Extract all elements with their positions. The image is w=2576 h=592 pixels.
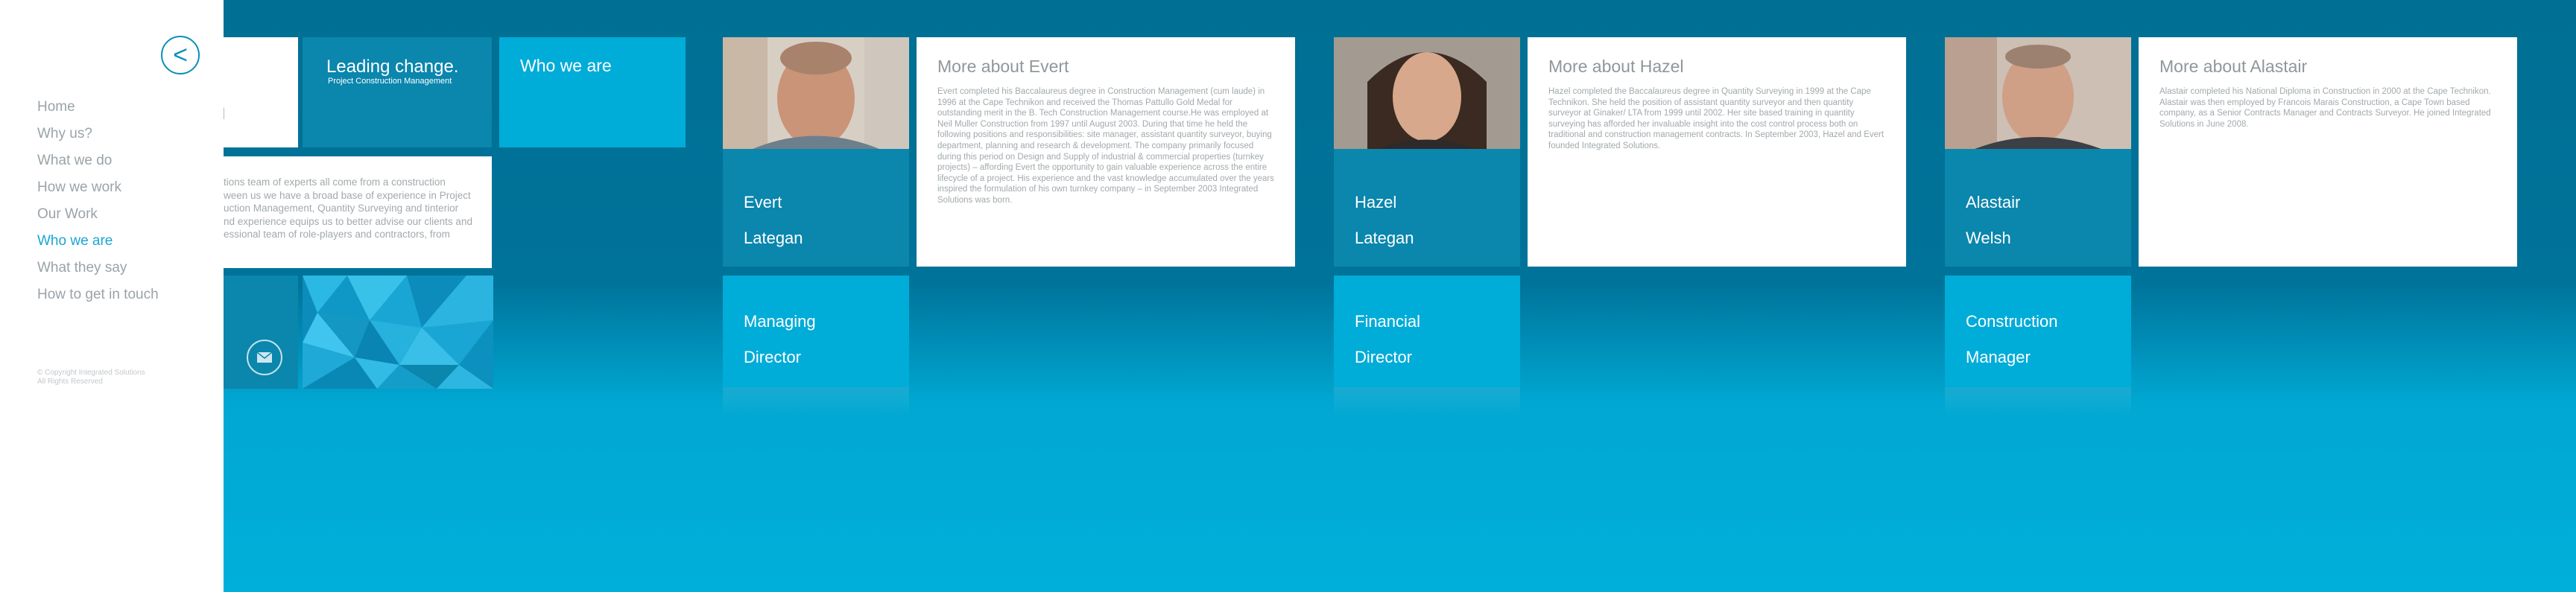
portrait-image [1945,37,2131,149]
alastair-photo [1945,37,2131,149]
nav-item-why-us[interactable]: Why us? [37,121,159,147]
who-we-are-title: Who we are [520,56,612,75]
nav-item-home[interactable]: Home [37,94,159,121]
evert-more-tile: More about Evert Evert completed his Bac… [917,37,1295,267]
nav-item-what-they-say[interactable]: What they say [37,255,159,281]
alastair-more-tile: More about Alastair Alastair completed h… [2139,37,2517,267]
nav-item-who-we-are[interactable]: Who we are [37,228,159,255]
nav-item-how-we-work[interactable]: How we work [37,174,159,201]
nav-item-what-we-do[interactable]: What we do [37,147,159,174]
sidebar: < Home Why us? What we do How we work Ou… [0,0,224,592]
evert-name-tile: Evert Lategan [723,149,909,267]
role-title: Financial Director [1355,295,1420,384]
triangle-pattern [303,276,493,389]
more-title: More about Alastair [2159,57,2308,76]
last-name: Lategan [744,229,803,247]
evert-photo [723,37,909,149]
person-name: Hazel Lategan [1355,176,1414,265]
last-name: Lategan [1355,229,1414,247]
nav-item-how-to-get-in-touch[interactable]: How to get in touch [37,281,159,308]
reflection [1334,387,1520,417]
first-name: Evert [744,193,782,211]
portrait-image [1334,37,1520,149]
role-line: Construction [1966,312,2058,331]
copyright-line: All Rights Reserved [37,378,103,386]
role-line: Managing [744,312,816,331]
who-we-are-tile: Who we are [499,37,686,147]
role-line: Manager [1966,348,2031,366]
role-line: Financial [1355,312,1421,331]
chevron-left-icon: < [173,41,188,69]
alastair-name-tile: Alastair Welsh [1945,149,2131,267]
alastair-role-tile: Construction Manager [1945,276,2131,387]
leading-change-subtitle: Project Construction Management [328,77,452,86]
copyright-line: © Copyright Integrated Solutions [37,369,145,377]
hazel-role-tile: Financial Director [1334,276,1520,387]
reflection [723,387,909,417]
bio-text: Alastair completed his National Diploma … [2159,87,2491,129]
main-nav: Home Why us? What we do How we work Our … [37,94,159,308]
geometric-pattern-tile [303,276,493,389]
role-line: Director [1355,348,1413,366]
hazel-photo [1334,37,1520,149]
intro-text: tions team of experts all come from a co… [224,176,472,240]
role-title: Managing Director [744,295,816,384]
reflection [1945,387,2131,417]
back-button[interactable]: < [161,36,200,74]
leading-change-title: Leading change. [326,57,459,77]
bio-text: Hazel completed the Baccalaureus degree … [1548,87,1884,150]
first-name: Hazel [1355,193,1397,211]
hazel-more-tile: More about Hazel Hazel completed the Bac… [1528,37,1906,267]
envelope-icon[interactable] [247,340,282,375]
nav-item-our-work[interactable]: Our Work [37,201,159,228]
last-name: Welsh [1966,229,2011,247]
copyright: © Copyright Integrated Solutions All Rig… [37,369,145,386]
leading-change-tile: Leading change. Project Construction Man… [303,37,492,147]
hazel-name-tile: Hazel Lategan [1334,149,1520,267]
evert-role-tile: Managing Director [723,276,909,387]
portrait-image [723,37,909,149]
bio-text: Evert completed his Baccalaureus degree … [937,87,1274,205]
person-name: Alastair Welsh [1966,176,2020,265]
role-line: Director [744,348,802,366]
more-title: More about Evert [937,57,1069,76]
role-title: Construction Manager [1966,295,2058,384]
person-name: Evert Lategan [744,176,803,265]
more-title: More about Hazel [1548,57,1684,76]
first-name: Alastair [1966,193,2021,211]
